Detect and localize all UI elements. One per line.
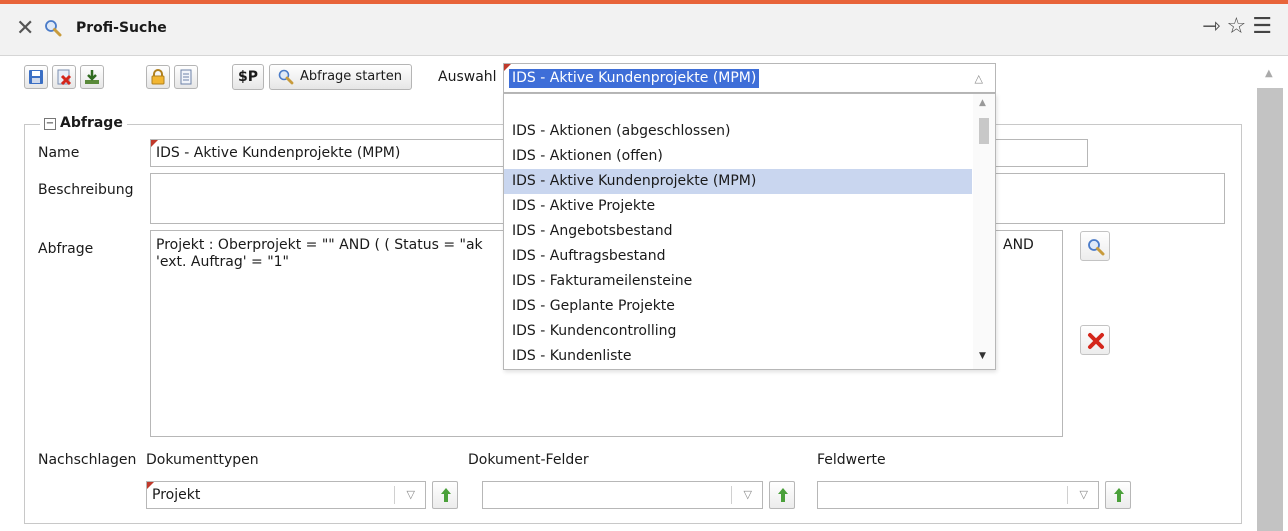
dropdown-scrollbar[interactable]: ▲ ▼ [973, 94, 995, 369]
download-icon [85, 70, 99, 84]
window-title: Profi-Suche [76, 20, 167, 36]
name-label: Name [38, 145, 80, 161]
auswahl-select[interactable]: IDS - Aktive Kundenprojekte (MPM) △ [503, 63, 996, 93]
lock-button[interactable] [146, 65, 170, 89]
feldwerte-label: Feldwerte [817, 452, 886, 468]
titlebar-actions: ⇾ ☆ ☰ [1198, 14, 1274, 39]
name-input-value: IDS - Aktive Kundenprojekte (MPM) [156, 145, 401, 161]
dropdown-option[interactable]: IDS - Angebotsbestand [504, 219, 972, 244]
start-query-label: Abfrage starten [300, 69, 402, 84]
delete-query-button[interactable] [52, 65, 76, 89]
apply-dokumenttypen-button[interactable] [432, 481, 458, 509]
section-legend[interactable]: − Abfrage [40, 115, 127, 131]
dropdown-option[interactable]: IDS - Geplante Projekte [504, 294, 972, 319]
dropdown-option-selected[interactable]: IDS - Aktive Kundenprojekte (MPM) [504, 169, 972, 194]
menu-icon[interactable]: ☰ [1252, 14, 1274, 39]
abfrage-text-tail: AND [1003, 237, 1034, 253]
arrow-up-icon [441, 488, 451, 502]
scroll-up-icon[interactable]: ▲ [1265, 68, 1273, 79]
divider [1067, 486, 1068, 504]
script-button[interactable] [174, 65, 198, 89]
dokument-felder-label: Dokument-Felder [468, 452, 589, 468]
dropdown-option[interactable]: IDS - Auftragsbestand [504, 244, 972, 269]
scroll-icon [180, 69, 192, 85]
scroll-down-icon[interactable]: ▼ [979, 351, 986, 361]
dropdown-option[interactable]: IDS - Kundencontrolling [504, 319, 972, 344]
pin-icon[interactable]: ⇾ [1202, 14, 1222, 39]
auswahl-value: IDS - Aktive Kundenprojekte (MPM) [509, 69, 760, 88]
page-scroll-thumb[interactable] [1257, 88, 1283, 531]
collapse-icon[interactable]: − [44, 118, 56, 130]
chevron-down-icon[interactable]: ▽ [744, 488, 752, 501]
feldwerte-select[interactable]: ▽ [817, 481, 1099, 509]
search-icon [278, 69, 294, 94]
start-query-button[interactable]: Abfrage starten [269, 64, 412, 90]
divider [394, 486, 395, 504]
nachschlagen-label: Nachschlagen [38, 452, 137, 468]
apply-dokument-felder-button[interactable] [769, 481, 795, 509]
delete-document-icon [57, 69, 72, 85]
arrow-up-icon [1114, 488, 1124, 502]
parameter-button[interactable]: $P [232, 64, 264, 90]
download-button[interactable] [80, 65, 104, 89]
dokumenttypen-value: Projekt [152, 487, 201, 503]
beschreibung-label: Beschreibung [38, 182, 134, 198]
dropdown-option[interactable]: IDS - Aktionen (offen) [504, 144, 972, 169]
save-icon [29, 70, 43, 84]
auswahl-label: Auswahl [438, 69, 497, 85]
scroll-up-icon[interactable]: ▲ [979, 98, 986, 108]
dropdown-option[interactable]: IDS - Aktionen (abgeschlossen) [504, 119, 972, 144]
search-icon [44, 19, 62, 41]
lock-icon [151, 69, 165, 85]
dokument-felder-select[interactable]: ▽ [482, 481, 763, 509]
dropdown-scroll-thumb[interactable] [979, 118, 989, 144]
chevron-down-icon[interactable]: ▽ [407, 488, 415, 501]
dropdown-option[interactable]: IDS - Fakturameilensteine [504, 269, 972, 294]
close-icon[interactable]: ✕ [16, 18, 34, 40]
auswahl-dropdown-list[interactable]: IDS - Aktionen (abgeschlossen) IDS - Akt… [503, 93, 996, 370]
save-button[interactable] [24, 65, 48, 89]
star-icon[interactable]: ☆ [1227, 14, 1249, 39]
window-titlebar: ✕ Profi-Suche ⇾ ☆ ☰ [0, 4, 1288, 56]
divider [731, 486, 732, 504]
dropdown-option[interactable]: IDS - Aktive Projekte [504, 194, 972, 219]
chevron-down-icon[interactable]: ▽ [1080, 488, 1088, 501]
dokumenttypen-select[interactable]: Projekt ▽ [146, 481, 426, 509]
abfrage-text: Projekt : Oberprojekt = "" AND ( ( Statu… [156, 237, 483, 270]
section-title: Abfrage [60, 115, 123, 131]
abfrage-label: Abfrage [38, 241, 94, 257]
apply-feldwerte-button[interactable] [1105, 481, 1131, 509]
search-icon [1088, 239, 1105, 256]
clear-query-button[interactable] [1080, 325, 1110, 355]
chevron-up-icon[interactable]: △ [975, 72, 983, 85]
delete-icon [1088, 333, 1104, 349]
page-scrollbar[interactable]: ▲ [1252, 60, 1288, 531]
dropdown-option[interactable]: IDS - Kundenliste [504, 344, 972, 369]
search-query-button[interactable] [1080, 231, 1110, 261]
arrow-up-icon [778, 488, 788, 502]
dokumenttypen-label: Dokumenttypen [146, 452, 259, 468]
